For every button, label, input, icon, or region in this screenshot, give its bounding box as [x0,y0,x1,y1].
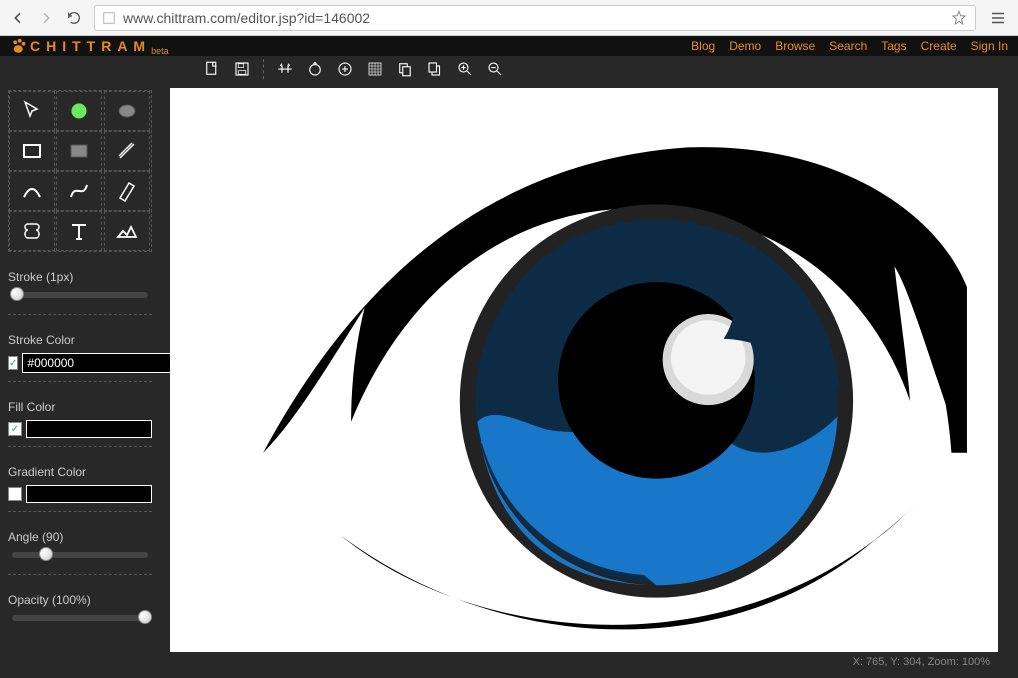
stroke-slider[interactable] [12,292,148,298]
nav-links: Blog Demo Browse Search Tags Create Sign… [691,39,1008,53]
url-text: www.chittram.com/editor.jsp?id=146002 [123,10,370,26]
back-button[interactable] [6,6,30,30]
nav-create[interactable]: Create [921,39,957,53]
text-tool[interactable] [56,211,102,251]
paw-icon [10,37,28,55]
gradient-check[interactable] [8,487,22,501]
stroke-label: Stroke (1px) [8,270,152,284]
ellipse-tool[interactable] [104,91,150,131]
angle-slider-thumb[interactable] [39,547,53,561]
line-tool[interactable] [104,131,150,171]
reload-button[interactable] [62,6,86,30]
status-text: X: 765, Y: 304, Zoom: 100% [853,656,990,668]
stroke-slider-thumb[interactable] [10,287,24,301]
status-bar: X: 765, Y: 304, Zoom: 100% [170,652,998,672]
pen-tool[interactable] [104,171,150,211]
nav-search[interactable]: Search [829,39,867,53]
opacity-section: Opacity (100%) [8,593,152,637]
zoom-out-button[interactable] [483,57,507,81]
grid-button[interactable] [363,57,387,81]
image-tool[interactable] [104,211,150,251]
opacity-slider[interactable] [12,615,148,621]
align-button[interactable] [273,57,297,81]
stroke-color-section: Stroke Color ✓ [8,333,152,382]
bookmark-star-icon[interactable] [949,10,969,26]
opacity-label: Opacity (100%) [8,593,152,607]
forward-button[interactable] [34,6,58,30]
logo-text: CHITTRAM [30,38,151,54]
angle-label: Angle (90) [8,530,152,544]
save-button[interactable] [230,57,254,81]
opacity-slider-thumb[interactable] [138,610,152,624]
zoom-in-button[interactable] [453,57,477,81]
gradient-section: Gradient Color [8,465,152,512]
angle-slider[interactable] [12,552,148,558]
main-area: Stroke (1px) Stroke Color ✓ Fill Color ✓ [0,82,1018,678]
canvas-area: X: 765, Y: 304, Zoom: 100% [160,82,1018,678]
fill-color-label: Fill Color [8,400,152,414]
add-circle-button[interactable] [333,57,357,81]
paste-button[interactable] [423,57,447,81]
stroke-color-check[interactable]: ✓ [8,356,18,370]
stroke-section: Stroke (1px) [8,270,152,315]
tool-grid [8,90,152,252]
nav-demo[interactable]: Demo [729,39,761,53]
browser-menu-button[interactable] [984,4,1012,32]
canvas[interactable] [170,88,998,652]
nav-signin[interactable]: Sign In [971,39,1008,53]
curve-tool[interactable] [56,171,102,211]
nav-tags[interactable]: Tags [881,39,906,53]
fill-color-check[interactable]: ✓ [8,422,22,436]
url-bar[interactable]: www.chittram.com/editor.jsp?id=146002 [94,5,976,31]
circle-tool[interactable] [56,91,102,131]
fill-color-section: Fill Color ✓ [8,400,152,447]
shape-tool[interactable] [9,211,55,251]
arc-tool[interactable] [9,171,55,211]
stroke-color-label: Stroke Color [8,333,152,347]
app: CHITTRAM beta Blog Demo Browse Search Ta… [0,36,1018,678]
gradient-swatch[interactable] [26,485,152,503]
nav-blog[interactable]: Blog [691,39,715,53]
separator [263,59,264,79]
fill-color-swatch[interactable] [26,420,152,438]
gradient-label: Gradient Color [8,465,152,479]
nav-browse[interactable]: Browse [775,39,815,53]
eye-drawing [170,88,998,652]
logo[interactable]: CHITTRAM beta [10,36,169,56]
new-doc-button[interactable] [200,57,224,81]
angle-section: Angle (90) [8,530,152,575]
app-header: CHITTRAM beta Blog Demo Browse Search Ta… [0,36,1018,56]
globe-icon [101,10,117,26]
filled-rect-tool[interactable] [56,131,102,171]
rotate-button[interactable] [303,57,327,81]
top-toolbar [0,56,1018,82]
select-tool[interactable] [9,91,55,131]
copy-button[interactable] [393,57,417,81]
rect-tool[interactable] [9,131,55,171]
logo-beta: beta [151,46,169,56]
sidebar: Stroke (1px) Stroke Color ✓ Fill Color ✓ [0,82,160,678]
browser-chrome: www.chittram.com/editor.jsp?id=146002 [0,0,1018,36]
